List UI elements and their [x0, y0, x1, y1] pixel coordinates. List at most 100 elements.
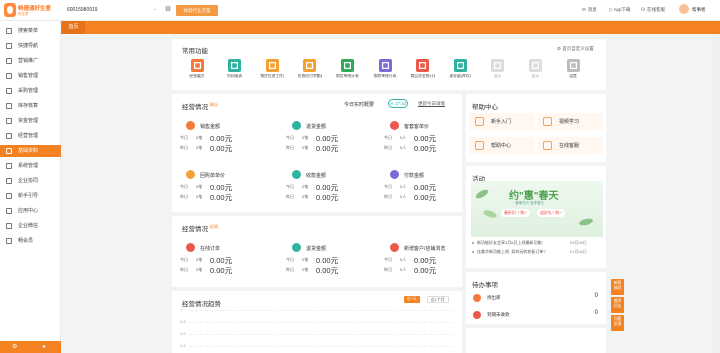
todo-item[interactable]: 待出库 0 [471, 293, 600, 304]
function-shortcut[interactable]: 利润报表 [223, 59, 247, 79]
function-shortcut[interactable]: 设置 [561, 59, 585, 79]
grid-line [190, 346, 452, 347]
yesterday-label: 昨日 [180, 194, 188, 199]
range-7days-chip[interactable]: 近7天 [404, 296, 420, 303]
todo-icon [473, 294, 481, 302]
topnav-online-service[interactable]: ☊ 在线客服 [641, 7, 665, 13]
today-count: 0笔 [196, 257, 203, 262]
stat-label: 新增客户/店铺浏览 [404, 246, 446, 252]
stat-icon [390, 121, 399, 130]
yesterday-count: 0笔 [196, 145, 203, 150]
customize-home-link[interactable]: ⚙ 首页自定义设置 [557, 46, 594, 52]
yesterday-count: 0笔 [196, 267, 203, 272]
sidebar-item-label: 企业协同 [18, 178, 39, 184]
yesterday-label: 昨日 [286, 267, 294, 272]
trend-title: 经营情况趋势 [182, 301, 221, 308]
function-label: 商品资金统计表 [410, 74, 435, 78]
tab-home[interactable]: 首页 [62, 21, 85, 34]
sidebar-item[interactable]: 企业协同 [0, 175, 61, 187]
range-1month-chip[interactable]: 近1个月 [427, 296, 449, 303]
wallet-icon [6, 118, 12, 124]
sidebar-item[interactable]: 畅会员 [0, 235, 61, 247]
leaf-decoration [482, 208, 498, 220]
app-logo[interactable]: 畅捷通好生意 好生意 [4, 3, 60, 18]
activity-banner[interactable]: 约"惠"春天 · 春暖花开 惠享春天 · 春折扣 ? 购 ! 送好礼? 购 ! [471, 181, 603, 237]
function-shortcut[interactable]: 经营魔方 [185, 59, 209, 79]
today-count: 0人 [400, 257, 407, 262]
help-video-button[interactable]: 视频学习 [537, 113, 603, 130]
function-shortcut[interactable]: 应收应付余额表 [298, 59, 322, 79]
settings-gear-icon[interactable]: ⚙ [163, 5, 173, 15]
help-newbie-button[interactable]: 新手入门 [469, 113, 535, 130]
sidebar-item[interactable]: 快捷导航 [0, 40, 61, 52]
book-icon [475, 141, 484, 150]
function-shortcut[interactable]: 商品资金统计表 [411, 59, 435, 79]
chevron-down-icon[interactable]: ⌄ [153, 6, 157, 12]
scrollbar[interactable] [713, 34, 720, 353]
function-shortcut[interactable]: 暂无 [523, 59, 547, 79]
video-icon [543, 117, 552, 126]
function-label: 暂无 [494, 74, 502, 78]
yesterday-count: 0人 [400, 145, 407, 150]
yesterday-label: 昨日 [384, 194, 392, 199]
sidebar-item[interactable]: 销售管理 [0, 70, 61, 82]
detail-link[interactable]: 更新今日详情 [418, 101, 445, 107]
function-shortcut[interactable]: 收款单统计表 [373, 59, 397, 79]
function-shortcut[interactable]: 暂无 [486, 59, 510, 79]
today-label: 今日 [384, 135, 392, 140]
help-center-button[interactable]: 帮助中心 [469, 137, 535, 154]
help-service-button[interactable]: 在线客服 [537, 137, 603, 154]
store-id[interactable]: 60015980919 [67, 7, 98, 13]
yesterday-amount: 0.00元 [414, 266, 437, 275]
sidebar-item-label: 快捷导航 [18, 43, 39, 49]
sidebar-item[interactable]: 经营管理 [0, 130, 61, 142]
sidebar-item-label: 库存核算 [18, 103, 39, 109]
sidebar-item[interactable]: 应用中心 [0, 205, 61, 217]
topnav-app-download[interactable]: ▯ App下载 [609, 7, 631, 13]
stat-icon [292, 170, 301, 179]
float-side-button[interactable]: 新版 体验 [611, 279, 624, 295]
sidebar-item[interactable]: 采购管理 [0, 85, 61, 97]
avatar[interactable] [679, 4, 689, 14]
user-name[interactable]: 帮事者 [692, 7, 706, 13]
sidebar-item[interactable]: 基础资料 [0, 145, 61, 157]
sidebar-item[interactable]: 企业微信 [0, 220, 61, 232]
banner-chip-discount: 春折扣 ? 购 ! [501, 209, 530, 217]
float-side-button[interactable]: 推荐 好友 [611, 297, 624, 313]
settings-icon[interactable]: ⚙ [12, 343, 17, 350]
news-text: 佳美华新功能上线, 如何玩转老板订单? [477, 249, 546, 254]
function-label: 销货单统计表 [336, 74, 359, 78]
sidebar-item[interactable]: 营销推广 [0, 55, 61, 67]
function-shortcut[interactable]: 现存量(库存) [448, 59, 472, 79]
topnav-messages[interactable]: ✉ 消息 [582, 7, 597, 13]
stat-label: 付款金额 [404, 173, 425, 179]
stat-label: 客套客单价 [404, 124, 430, 130]
switch-industry-button[interactable]: 体验行业方案 [176, 5, 218, 16]
yesterday-label: 昨日 [286, 194, 294, 199]
today-label: 今日 [384, 257, 392, 262]
function-shortcut[interactable]: 销货在途工作台 [260, 59, 284, 79]
today-count: 0人 [400, 184, 407, 189]
today-count: 0笔 [302, 257, 309, 262]
sidebar-item[interactable]: 搜索菜单 [0, 25, 61, 37]
yesterday-count: 0笔 [302, 267, 309, 272]
todo-label: 待出库 [487, 295, 501, 300]
phone-icon: ▯ [609, 7, 612, 12]
headset-icon: ☊ [641, 7, 645, 12]
grid-line [190, 322, 452, 323]
time-value: 17:33 [394, 101, 407, 106]
help-center-label: 帮助中心 [491, 143, 512, 149]
wechat-icon [6, 223, 12, 229]
yesterday-count: 0笔 [302, 145, 309, 150]
leaf-decoration [578, 217, 594, 227]
sidebar-item[interactable]: 系统管理 [0, 160, 61, 172]
sidebar-item[interactable]: 资金管理 [0, 115, 61, 127]
float-side-button[interactable]: 问题 反馈 [611, 315, 624, 331]
collapse-icon[interactable]: ◂ [42, 343, 45, 350]
sidebar-item-label: 搜索菜单 [18, 28, 39, 34]
sidebar-item[interactable]: 新手引导 [0, 190, 61, 202]
function-icon [340, 59, 354, 72]
function-shortcut[interactable]: 销货单统计表 [335, 59, 359, 79]
todo-item[interactable]: 到期未收款 0 [471, 310, 600, 321]
sidebar-item[interactable]: 库存核算 [0, 100, 61, 112]
